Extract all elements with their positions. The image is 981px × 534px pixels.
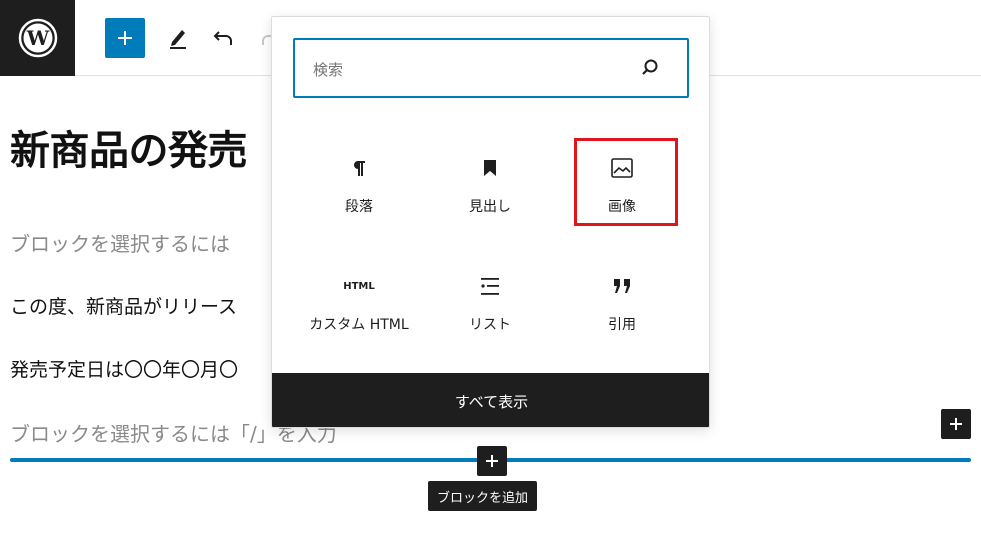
browse-all-button[interactable]: すべて表示 (272, 373, 709, 427)
undo-button[interactable] (209, 24, 237, 52)
paragraph-block[interactable]: 発売予定日は〇〇年〇月〇 (10, 355, 238, 382)
search-icon (642, 59, 658, 75)
undo-icon (213, 31, 232, 45)
html-icon: HTML (343, 280, 375, 292)
quick-inserter-popover: 検索 段落 見出し 画像 HTML カスタム HTML リスト 引用 すべて表示 (271, 16, 710, 428)
svg-text:W: W (25, 26, 49, 50)
block-label: リスト (469, 317, 511, 333)
block-label: カスタム HTML (309, 317, 409, 333)
quote-icon (614, 279, 630, 293)
bookmark-icon (484, 160, 496, 176)
block-label: 見出し (469, 199, 511, 215)
block-custom-html[interactable]: HTML カスタム HTML (301, 256, 417, 356)
block-search-input[interactable]: 検索 (293, 38, 689, 98)
tools-button[interactable] (164, 24, 192, 52)
block-quote[interactable]: 引用 (564, 256, 680, 356)
empty-block-placeholder[interactable]: ブロックを選択するには (10, 228, 230, 257)
search-placeholder: 検索 (313, 61, 344, 79)
add-block-tooltip: ブロックを追加 (428, 481, 538, 511)
block-append-button[interactable] (941, 409, 971, 439)
paragraph-icon (354, 161, 365, 176)
block-label: 引用 (608, 317, 636, 333)
highlight-box (574, 138, 678, 226)
pencil-icon (170, 30, 186, 49)
post-title[interactable]: 新商品の発売 (10, 118, 248, 176)
insertion-point-add-button[interactable] (477, 446, 507, 476)
paragraph-block[interactable]: この度、新商品がリリース (10, 292, 237, 319)
block-list[interactable]: リスト (432, 256, 548, 356)
list-icon (481, 278, 499, 295)
block-heading[interactable]: 見出し (432, 138, 548, 238)
wordpress-icon: W (18, 18, 57, 58)
plus-icon (486, 455, 498, 467)
block-label: 段落 (345, 199, 373, 215)
plus-icon (950, 418, 962, 430)
plus-icon (118, 31, 132, 45)
wordpress-logo-button[interactable]: W (0, 0, 75, 76)
block-paragraph[interactable]: 段落 (301, 138, 417, 238)
toggle-inserter-button[interactable] (105, 18, 145, 58)
